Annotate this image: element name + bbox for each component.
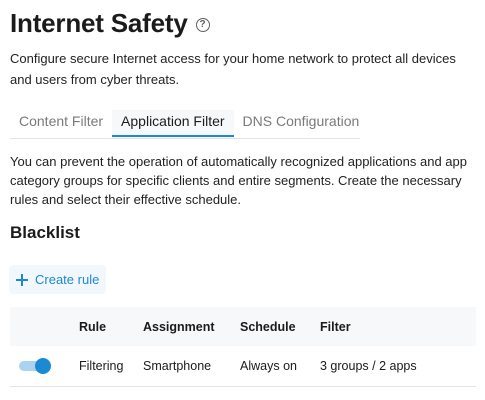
cell-filter: 3 groups / 2 apps [320, 359, 417, 373]
row-toggle-cell [10, 358, 79, 374]
plus-icon [16, 273, 28, 286]
blacklist-table: Rule Assignment Schedule Filter Filterin… [10, 307, 476, 387]
cell-schedule: Always on [240, 359, 297, 373]
internet-safety-page: Internet Safety ? Configure secure Inter… [0, 0, 485, 400]
column-header-assignment: Assignment [143, 319, 215, 334]
column-header-rule: Rule [79, 319, 107, 334]
intro-text: Configure secure Internet access for you… [10, 51, 456, 87]
column-header-filter: Filter [320, 319, 351, 334]
column-header-schedule: Schedule [240, 319, 296, 334]
tab-content-filter[interactable]: Content Filter [10, 110, 112, 137]
tab-application-filter[interactable]: Application Filter [112, 110, 234, 137]
create-rule-label: Create rule [35, 272, 100, 287]
create-rule-button[interactable]: Create rule [9, 265, 107, 294]
rule-enabled-toggle[interactable] [19, 358, 51, 374]
application-filter-description: You can prevent the operation of automat… [10, 154, 467, 207]
title-row: Internet Safety ? [10, 6, 210, 40]
cell-assignment: Smartphone [143, 359, 212, 373]
tab-bar: Content Filter Application Filter DNS Co… [10, 110, 360, 139]
cell-rule: Filtering [79, 359, 124, 373]
help-icon[interactable]: ? [195, 18, 210, 32]
blacklist-heading: Blacklist [10, 223, 80, 242]
page-title: Internet Safety [10, 8, 188, 38]
tab-dns-configuration[interactable]: DNS Configuration [234, 110, 369, 137]
table-row[interactable]: Filtering Smartphone Always on 3 groups … [10, 346, 476, 387]
table-header: Rule Assignment Schedule Filter [10, 307, 476, 346]
toggle-knob [35, 358, 51, 374]
